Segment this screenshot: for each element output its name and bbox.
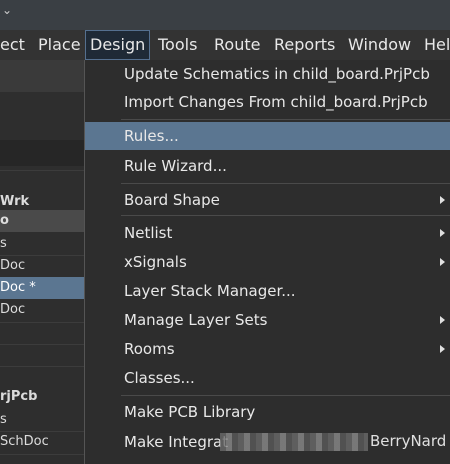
menu-item-make-pcb-library[interactable]: Make PCB Library	[85, 398, 450, 426]
menu-item-layer-stack-manager[interactable]: Layer Stack Manager...	[85, 277, 450, 305]
menu-design[interactable]: Design	[85, 30, 151, 60]
menu-project[interactable]: ect	[0, 30, 25, 60]
menu-window[interactable]: Window	[348, 30, 411, 60]
menu-item-board-shape[interactable]: Board Shape	[85, 186, 450, 214]
design-menu-dropdown: Update Schematics in child_board.PrjPcb …	[84, 60, 450, 464]
submenu-arrow-icon	[440, 258, 445, 266]
projects-panel: Wrk o s Doc Doc * Doc rjPcb s SchDoc	[0, 60, 86, 464]
menu-item-update-schematics[interactable]: Update Schematics in child_board.PrjPcb	[85, 60, 450, 88]
watermark-blur	[220, 433, 368, 451]
tree-item-folder[interactable]: s	[0, 410, 86, 430]
menu-item-rooms[interactable]: Rooms	[85, 335, 450, 363]
submenu-arrow-icon	[440, 345, 445, 353]
menu-item-import-changes[interactable]: Import Changes From child_board.PrjPcb	[85, 88, 450, 116]
watermark-text: BerryNard	[370, 432, 447, 450]
menu-item-rules[interactable]: Rules...	[85, 122, 450, 150]
menu-separator	[121, 215, 450, 216]
panel-header	[0, 60, 86, 92]
tree-item-doc[interactable]: Doc	[0, 256, 86, 276]
submenu-arrow-icon	[440, 316, 445, 324]
panel-toolbar	[0, 140, 86, 166]
menu-item-classes[interactable]: Classes...	[85, 364, 450, 392]
menu-route[interactable]: Route	[214, 30, 260, 60]
tree-item-workspace[interactable]: Wrk	[0, 192, 86, 212]
menu-tools[interactable]: Tools	[158, 30, 197, 60]
title-strip: ⌄	[0, 0, 450, 30]
menu-separator	[121, 183, 450, 184]
menu-separator	[121, 395, 450, 396]
menu-reports[interactable]: Reports	[274, 30, 335, 60]
menu-item-netlist[interactable]: Netlist	[85, 219, 450, 247]
menu-bar: ect Place Design Tools Route Reports Win…	[0, 30, 450, 60]
menu-place[interactable]: Place	[38, 30, 81, 60]
menu-item-manage-layer-sets[interactable]: Manage Layer Sets	[85, 306, 450, 334]
tree-item-doc-selected[interactable]: Doc *	[0, 278, 86, 298]
tree-item-schdoc[interactable]: SchDoc	[0, 432, 86, 452]
tree-item-folder[interactable]: s	[0, 234, 86, 254]
chevron-down-icon[interactable]: ⌄	[2, 4, 16, 16]
menu-item-xsignals[interactable]: xSignals	[85, 248, 450, 276]
menu-help[interactable]: Hel	[424, 30, 450, 60]
menu-separator	[121, 119, 450, 120]
menu-item-rule-wizard[interactable]: Rule Wizard...	[85, 152, 450, 180]
submenu-arrow-icon	[440, 229, 445, 237]
tree-item-doc[interactable]: Doc	[0, 300, 86, 320]
submenu-arrow-icon	[440, 196, 445, 204]
tree-item-project[interactable]: rjPcb	[0, 387, 86, 407]
tree-item-project[interactable]: o	[0, 211, 86, 231]
